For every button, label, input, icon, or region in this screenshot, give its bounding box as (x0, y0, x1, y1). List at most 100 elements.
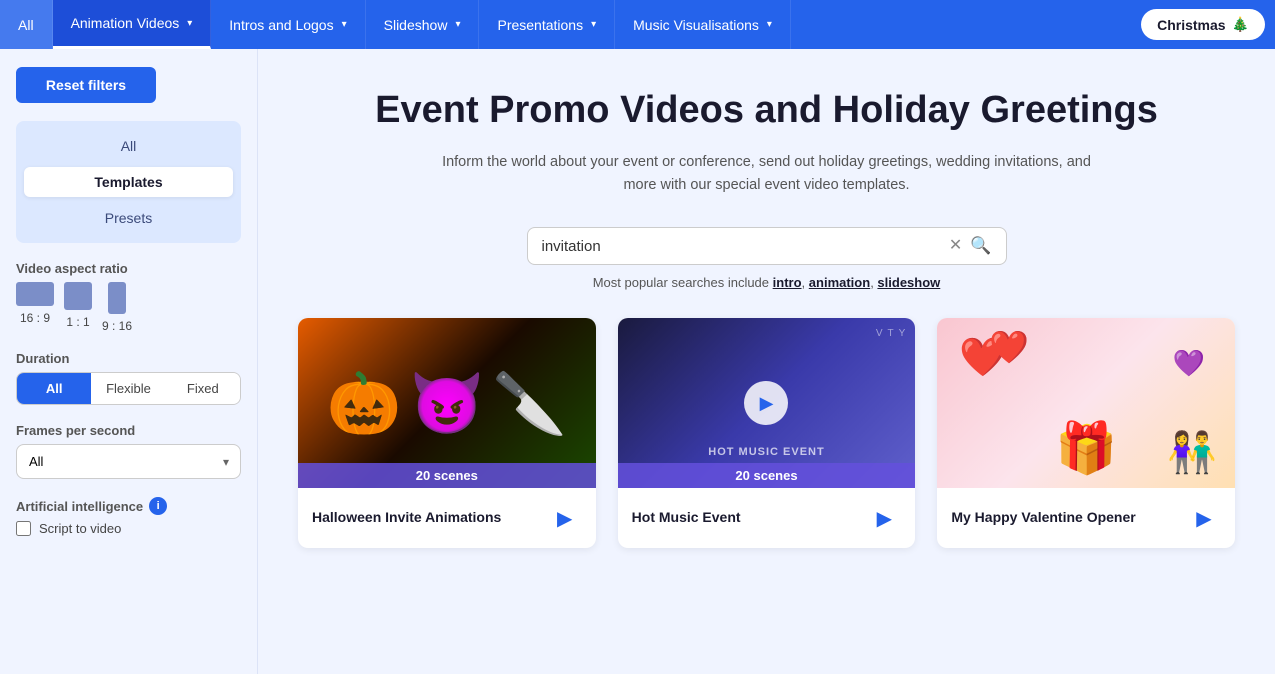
nav-animation-videos[interactable]: Animation Videos ▾ (53, 0, 212, 49)
nav-all-label: All (18, 17, 34, 33)
card-halloween-title: Halloween Invite Animations (312, 508, 548, 528)
search-input[interactable] (542, 238, 941, 255)
card-valentine-body: My Happy Valentine Opener ▶ (937, 488, 1235, 548)
fps-select[interactable]: All 24 30 60 (16, 444, 241, 479)
ai-section: Artificial intelligence i Script to vide… (16, 497, 241, 536)
popular-link-intro[interactable]: intro (773, 275, 802, 290)
chevron-down-icon: ▾ (342, 19, 347, 30)
card-valentine-thumb: ❤️ ❤️ 💜 🎁 👫 (937, 318, 1235, 488)
script-to-video-checkbox[interactable] (16, 521, 31, 536)
popular-link-slideshow[interactable]: slideshow (877, 275, 940, 290)
couple-icon: 👫 (1167, 429, 1217, 476)
page-title: Event Promo Videos and Holiday Greetings (298, 89, 1235, 133)
twitter-icon: T (888, 328, 894, 339)
popular-link-animation[interactable]: animation (809, 275, 870, 290)
aspect-16-9-label: 16 : 9 (20, 311, 50, 325)
nav-slideshow-label: Slideshow (384, 17, 448, 33)
youtube-icon: Y (899, 328, 906, 339)
aspect-9-16-label: 9 : 16 (102, 319, 132, 333)
duration-section: Duration All Flexible Fixed (16, 351, 241, 405)
halloween-emoji-2: 😈 (409, 368, 484, 439)
hotmusic-play-overlay: ▶ (744, 381, 788, 425)
christmas-button[interactable]: Christmas 🎄 (1141, 9, 1265, 40)
top-nav: All Animation Videos ▾ Intros and Logos … (0, 0, 1275, 49)
hotmusic-inner-text: HOT MUSIC EVENT (708, 446, 824, 458)
duration-all-button[interactable]: All (17, 373, 91, 404)
heart-icon-2: ❤️ (989, 328, 1029, 366)
main-content: Event Promo Videos and Holiday Greetings… (258, 49, 1275, 674)
popular-prefix: Most popular searches include (593, 275, 769, 290)
clear-search-icon[interactable]: ✕ (949, 238, 962, 254)
gift-icon: 🎁 (1055, 419, 1117, 478)
nav-presentations-label: Presentations (497, 17, 583, 33)
ai-row: Artificial intelligence i (16, 497, 241, 515)
card-halloween-thumb: 🎃 😈 🔪 20 scenes (298, 318, 596, 488)
ai-label: Artificial intelligence (16, 499, 143, 514)
card-hotmusic-title: Hot Music Event (632, 508, 868, 528)
duration-label: Duration (16, 351, 241, 366)
aspect-9-16-icon (108, 282, 126, 314)
card-valentine-title: My Happy Valentine Opener (951, 508, 1187, 528)
chevron-down-icon: ▾ (767, 19, 772, 30)
nav-animation-videos-label: Animation Videos (71, 15, 180, 31)
search-button[interactable]: 🔍 (970, 236, 991, 256)
vimeo-icon: V (876, 328, 883, 339)
card-hotmusic-play-button[interactable]: ▶ (867, 501, 901, 535)
filter-presets[interactable]: Presets (16, 203, 241, 233)
script-to-video-label[interactable]: Script to video (16, 521, 241, 536)
card-halloween-body: Halloween Invite Animations ▶ (298, 488, 596, 548)
card-valentine[interactable]: ❤️ ❤️ 💜 🎁 👫 My Happy Valentine Opener ▶ (937, 318, 1235, 548)
reset-filters-button[interactable]: Reset filters (16, 67, 156, 103)
chevron-down-icon: ▾ (455, 19, 460, 30)
fps-label: Frames per second (16, 423, 241, 438)
card-hotmusic-body: Hot Music Event ▶ (618, 488, 916, 548)
nav-intros-logos-label: Intros and Logos (229, 17, 333, 33)
nav-all[interactable]: All (0, 0, 53, 49)
aspect-9-16-button[interactable]: 9 : 16 (102, 282, 132, 333)
card-halloween-scenes: 20 scenes (298, 463, 596, 488)
nav-presentations[interactable]: Presentations ▾ (479, 0, 615, 49)
aspect-ratio-row: 16 : 9 1 : 1 9 : 16 (16, 282, 241, 333)
duration-flexible-button[interactable]: Flexible (91, 373, 165, 404)
card-halloween[interactable]: 🎃 😈 🔪 20 scenes Halloween Invite Animati… (298, 318, 596, 548)
search-box: ✕ 🔍 (527, 227, 1007, 265)
card-hotmusic[interactable]: V T Y ▶ HOT MUSIC EVENT 20 scenes Hot Mu… (618, 318, 916, 548)
card-hotmusic-scenes: 20 scenes (618, 463, 916, 488)
filter-all[interactable]: All (16, 131, 241, 161)
heart-icon-3: 💜 (1173, 348, 1205, 379)
cards-grid: 🎃 😈 🔪 20 scenes Halloween Invite Animati… (298, 318, 1235, 548)
aspect-1-1-icon (64, 282, 92, 310)
aspect-1-1-label: 1 : 1 (66, 315, 89, 329)
aspect-ratio-section: Video aspect ratio 16 : 9 1 : 1 9 : 16 (16, 261, 241, 333)
hotmusic-social-icons: V T Y (876, 328, 905, 339)
popular-searches: Most popular searches include intro, ani… (298, 275, 1235, 290)
nav-slideshow[interactable]: Slideshow ▾ (366, 0, 480, 49)
fps-select-wrap: All 24 30 60 ▾ (16, 444, 241, 479)
nav-music-visualisations-label: Music Visualisations (633, 17, 759, 33)
duration-fixed-button[interactable]: Fixed (166, 373, 240, 404)
nav-music-visualisations[interactable]: Music Visualisations ▾ (615, 0, 791, 49)
main-layout: Reset filters All Templates Presets Vide… (0, 49, 1275, 674)
info-icon[interactable]: i (149, 497, 167, 515)
christmas-icon: 🎄 (1232, 16, 1249, 33)
filter-group: All Templates Presets (16, 121, 241, 243)
card-halloween-play-button[interactable]: ▶ (548, 501, 582, 535)
filter-templates[interactable]: Templates (24, 167, 233, 197)
chevron-down-icon: ▾ (187, 18, 192, 29)
sidebar: Reset filters All Templates Presets Vide… (0, 49, 258, 674)
fps-section: Frames per second All 24 30 60 ▾ (16, 423, 241, 479)
script-to-video-text: Script to video (39, 521, 121, 536)
christmas-label: Christmas (1157, 17, 1225, 33)
chevron-down-icon: ▾ (591, 19, 596, 30)
card-valentine-play-button[interactable]: ▶ (1187, 501, 1221, 535)
card-hotmusic-thumb: V T Y ▶ HOT MUSIC EVENT 20 scenes (618, 318, 916, 488)
aspect-16-9-button[interactable]: 16 : 9 (16, 282, 54, 333)
halloween-emoji-3: 🔪 (492, 368, 567, 439)
aspect-16-9-icon (16, 282, 54, 306)
duration-row: All Flexible Fixed (16, 372, 241, 405)
nav-intros-logos[interactable]: Intros and Logos ▾ (211, 0, 365, 49)
page-subtitle: Inform the world about your event or con… (427, 151, 1107, 197)
halloween-emoji-1: 🎃 (327, 368, 402, 439)
aspect-ratio-label: Video aspect ratio (16, 261, 241, 276)
aspect-1-1-button[interactable]: 1 : 1 (64, 282, 92, 333)
